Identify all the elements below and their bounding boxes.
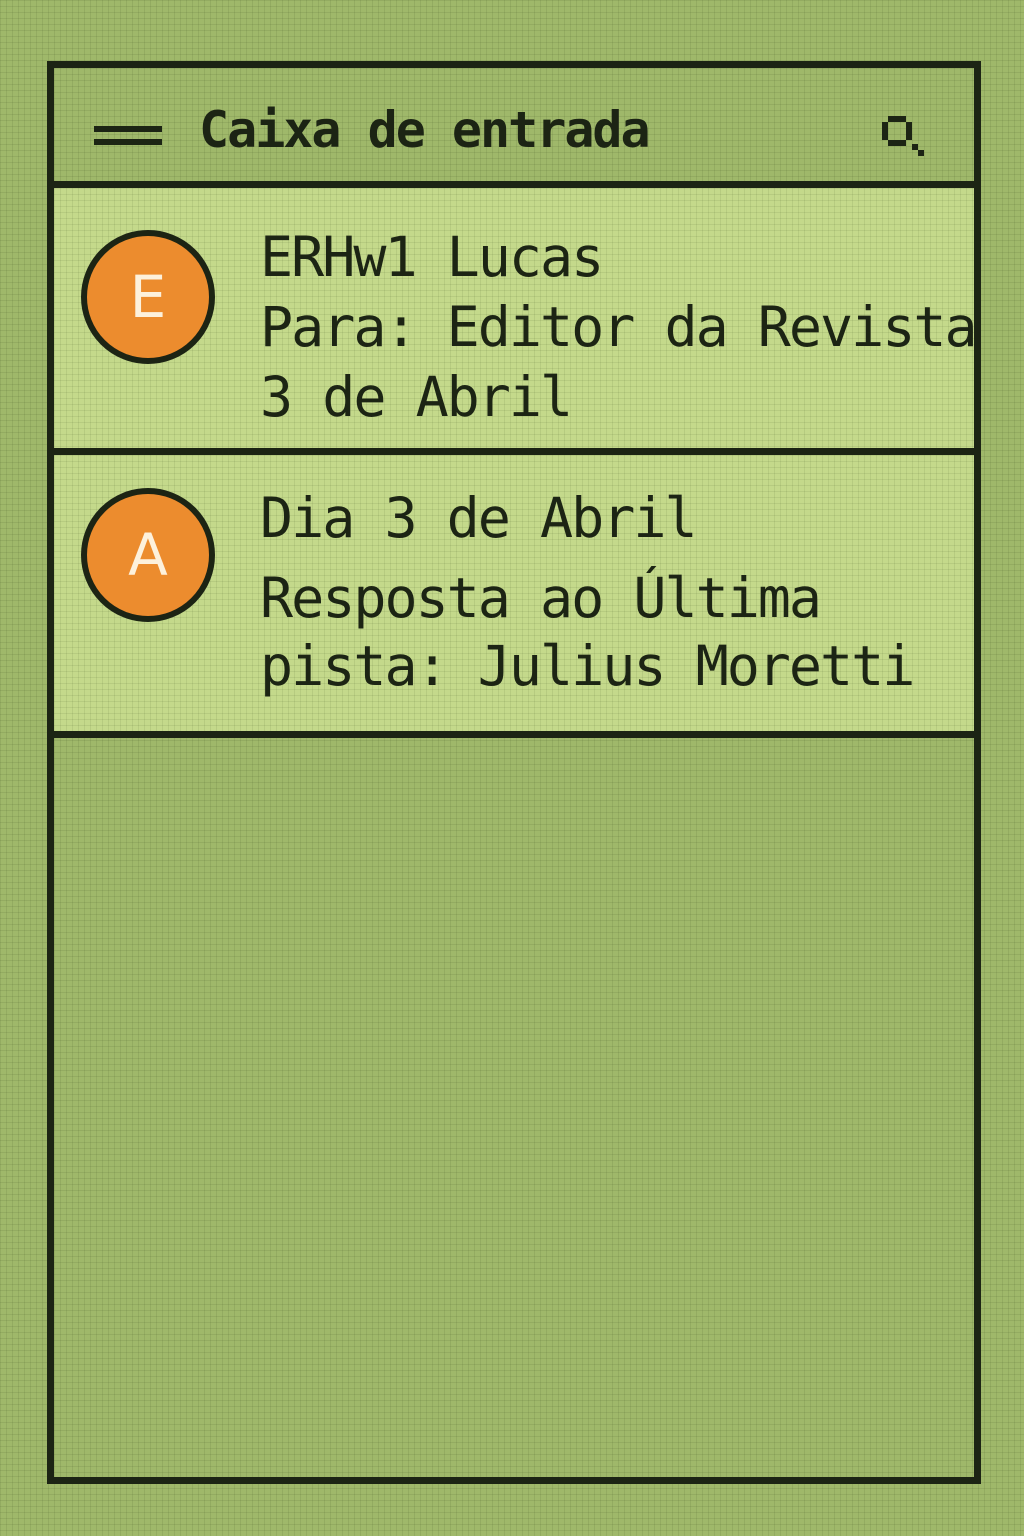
page-title: Caixa de entrada <box>199 101 651 159</box>
search-icon[interactable] <box>880 112 930 158</box>
hamburger-menu-icon[interactable] <box>94 126 162 148</box>
message-date: Dia 3 de Abril <box>260 486 698 550</box>
message-subject-continued: pista: Julius Moretti <box>260 634 915 698</box>
message-date: 3 de Abril <box>260 365 573 429</box>
message-sender: ERHw1 Lucas <box>260 225 604 289</box>
app-header: Caixa de entrada <box>54 68 974 188</box>
message-list: E ERHw1 Lucas Para: Editor da Revista 3 … <box>54 188 978 738</box>
message-text: Dia 3 de Abril Resposta ao Última pista:… <box>260 484 960 700</box>
message-item[interactable]: E ERHw1 Lucas Para: Editor da Revista 3 … <box>54 188 978 455</box>
message-recipient: Para: Editor da Revista <box>260 295 978 359</box>
message-item[interactable]: A Dia 3 de Abril Resposta ao Última pist… <box>54 455 974 738</box>
message-subject: Resposta ao Última <box>260 566 822 630</box>
sender-avatar: E <box>81 230 215 364</box>
sender-avatar: A <box>81 488 215 622</box>
message-text: ERHw1 Lucas Para: Editor da Revista 3 de… <box>260 222 978 432</box>
phone-screen: Caixa de entrada E ERHw1 Lucas Para: Edi… <box>47 61 981 1484</box>
